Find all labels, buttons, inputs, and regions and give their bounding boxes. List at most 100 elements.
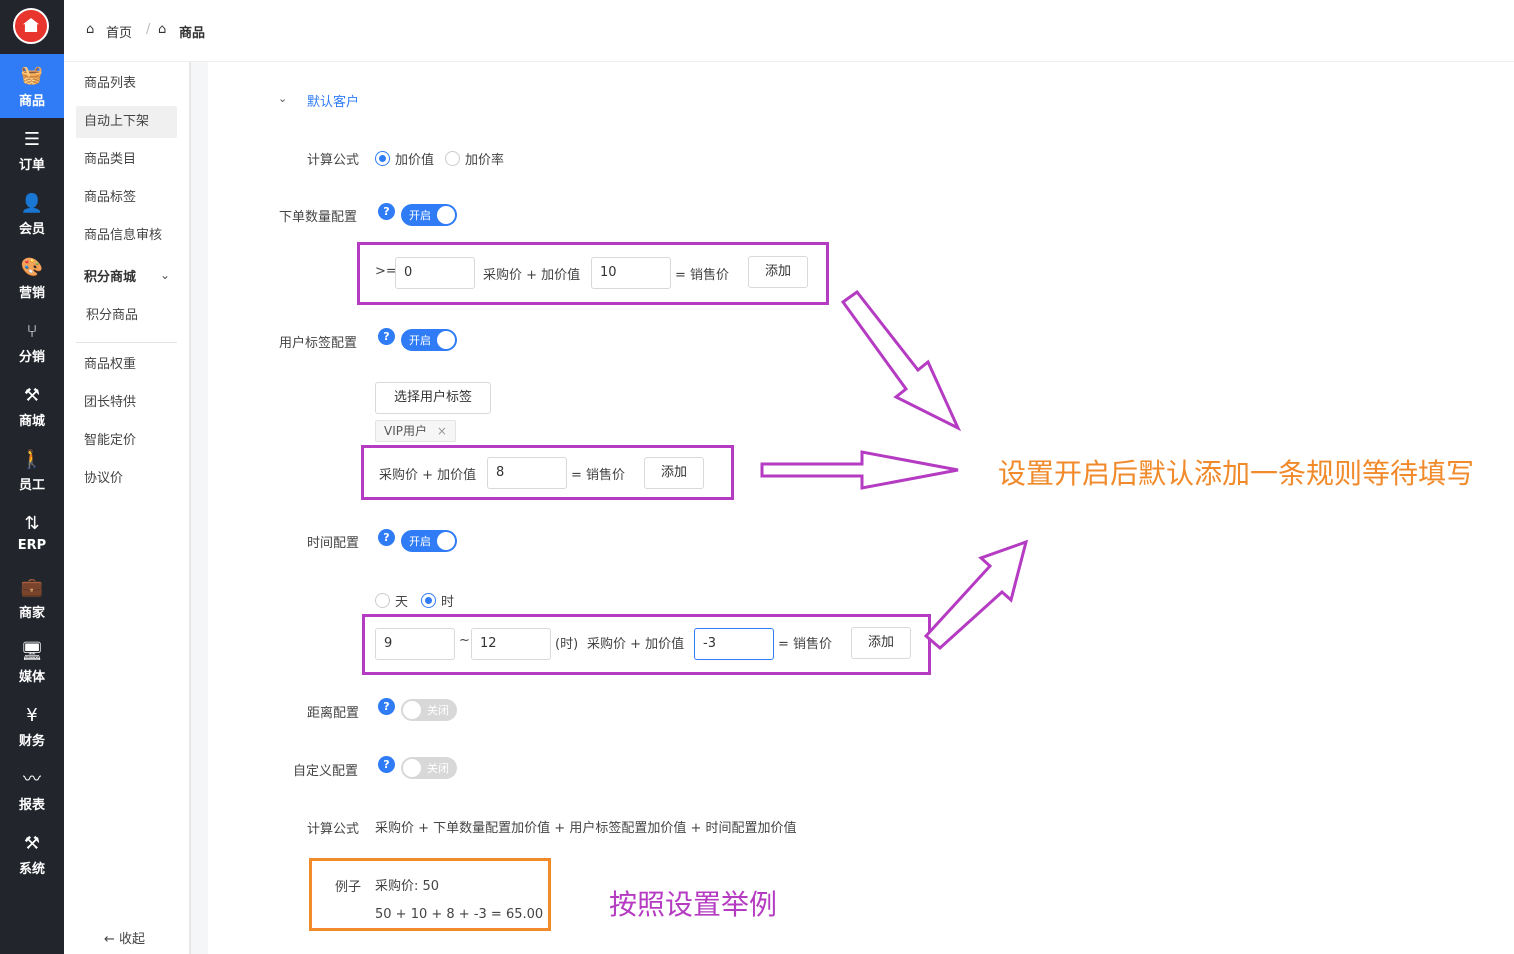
submenu-item-weight[interactable]: 商品权重 <box>76 349 177 381</box>
radio-add-rate[interactable] <box>445 151 460 166</box>
collapse-label: 收起 <box>119 932 146 947</box>
time-unit-text: (时) <box>555 637 579 652</box>
annotation-arrows <box>760 290 1029 650</box>
rail-item-2[interactable]: 👤 会员 <box>0 182 64 246</box>
collapse-button[interactable]: ← 收起 <box>104 928 145 947</box>
rail-item-label: 报表 <box>18 798 45 813</box>
tools-icon: ⚒ <box>23 385 41 406</box>
breadcrumb-current: 商品 <box>179 26 206 41</box>
arrow-down-right-icon <box>840 290 962 432</box>
rail-item-11[interactable]: 〰报表 <box>0 758 64 822</box>
qty-add-button[interactable]: 添加 <box>748 256 808 288</box>
rail-item-1[interactable]: ☰ 订单 <box>0 118 64 182</box>
qty-config-switch[interactable]: 开启 <box>401 204 457 226</box>
radio-day-label[interactable]: 天 <box>395 591 408 610</box>
help-icon[interactable]: ? <box>378 756 395 773</box>
chevron-down-icon[interactable]: ⌄ <box>160 268 170 282</box>
radio-add-value-label[interactable]: 加价值 <box>395 149 434 168</box>
time-config-switch[interactable]: 开启 <box>401 530 457 552</box>
sync-icon: ⇅ <box>24 513 40 534</box>
submenu-item-agreement-price[interactable]: 协议价 <box>76 463 177 495</box>
rail-item-12[interactable]: ⚒ 系统 <box>0 822 64 886</box>
custom-config-switch[interactable]: 关闭 <box>401 757 457 779</box>
help-icon[interactable]: ? <box>378 698 395 715</box>
submenu-divider <box>76 342 177 343</box>
briefcase-icon: 💼 <box>20 577 44 598</box>
radio-add-value[interactable] <box>375 151 390 166</box>
switch-label: 开启 <box>409 209 431 222</box>
formula-label: 计算公式 <box>307 153 360 168</box>
submenu-item-category[interactable]: 商品类目 <box>76 144 177 176</box>
switch-label: 关闭 <box>427 704 449 717</box>
monitor-icon: 🖥 <box>20 641 44 662</box>
breadcrumb-home[interactable]: 首页 <box>106 22 132 41</box>
list-icon: ☰ <box>23 129 41 150</box>
close-icon[interactable]: × <box>437 424 447 438</box>
rail-item-label: 商城 <box>18 414 45 429</box>
home-icon: ⌂ <box>86 22 95 37</box>
submenu-item-points-product[interactable]: 积分商品 <box>78 300 179 332</box>
arrow-left-icon: ← <box>104 932 115 947</box>
rail-item-4[interactable]: ⑂ 分销 <box>0 310 64 374</box>
section-title[interactable]: 默认客户 <box>307 91 359 110</box>
submenu-item-leader-special[interactable]: 团长特供 <box>76 387 177 419</box>
rail-item-10[interactable]: ¥ 财务 <box>0 694 64 758</box>
annotation-default-rule: 设置开启后默认添加一条规则等待填写 <box>998 457 1475 490</box>
example-line-1: 采购价: 50 <box>375 879 440 894</box>
qty-config-label: 下单数量配置 <box>279 210 358 225</box>
time-from-input[interactable]: 9 <box>375 628 455 660</box>
arrow-up-right-icon <box>923 539 1029 650</box>
radio-add-rate-label[interactable]: 加价率 <box>465 149 504 168</box>
distance-config-label: 距离配置 <box>307 706 360 721</box>
top-bar: ⌂ 首页 / ⌂ 商品 <box>64 0 1514 62</box>
submenu-item-smart-pricing[interactable]: 智能定价 <box>76 425 177 457</box>
rail-item-5[interactable]: ⚒ 商城 <box>0 374 64 438</box>
rail-item-0[interactable]: 🧺 商品 <box>0 54 64 118</box>
help-icon[interactable]: ? <box>378 328 395 345</box>
switch-label: 关闭 <box>427 762 449 775</box>
tag-add-value-input[interactable]: 8 <box>487 457 567 489</box>
help-icon[interactable]: ? <box>378 529 395 546</box>
rail-item-label: 分销 <box>18 350 45 365</box>
switch-label: 开启 <box>409 535 431 548</box>
tag-config-label: 用户标签配置 <box>279 336 358 351</box>
submenu-item-auto-shelf[interactable]: 自动上下架 <box>76 106 177 138</box>
secondary-menu: 商品列表 自动上下架 商品类目 商品标签 商品信息审核 积分商城 ⌄ 积分商品 … <box>64 62 190 954</box>
tag-add-button[interactable]: 添加 <box>644 457 704 489</box>
chevron-down-icon[interactable]: ⌄ <box>278 92 287 105</box>
rail-item-6[interactable]: 🚶 员工 <box>0 438 64 502</box>
rail-item-3[interactable]: 🎨 营销 <box>0 246 64 310</box>
select-user-tag-button[interactable]: 选择用户标签 <box>375 382 491 414</box>
time-mid-text: 采购价 + 加价值 <box>587 637 685 652</box>
rail-item-label: ERP <box>17 538 47 553</box>
example-label: 例子 <box>335 880 362 895</box>
person-icon: 🚶 <box>20 449 44 470</box>
palette-icon: 🎨 <box>20 257 44 278</box>
distance-config-switch[interactable]: 关闭 <box>401 699 457 721</box>
rail-item-8[interactable]: 💼 商家 <box>0 566 64 630</box>
submenu-item-review[interactable]: 商品信息审核 <box>76 220 177 252</box>
submenu-item-product-list[interactable]: 商品列表 <box>76 68 177 100</box>
radio-day[interactable] <box>375 593 390 608</box>
formula-text: 采购价 + 下单数量配置加价值 + 用户标签配置加价值 + 时间配置加价值 <box>375 821 797 836</box>
formula-text-label: 计算公式 <box>307 822 360 837</box>
help-icon[interactable]: ? <box>378 203 395 220</box>
panel-gutter <box>190 62 208 954</box>
tag-config-switch[interactable]: 开启 <box>401 329 457 351</box>
rail-item-9[interactable]: 🖥 媒体 <box>0 630 64 694</box>
rail-item-label: 商家 <box>18 606 45 621</box>
tag-label: VIP用户 <box>384 424 427 438</box>
radio-hour-label[interactable]: 时 <box>441 591 454 610</box>
rail-item-label: 员工 <box>18 478 45 493</box>
rail-item-label: 商品 <box>18 94 45 109</box>
qty-min-input[interactable]: 0 <box>395 257 475 289</box>
qty-add-value-input[interactable]: 10 <box>591 257 671 289</box>
rail-item-label: 系统 <box>18 862 45 877</box>
brand-logo[interactable] <box>13 8 49 44</box>
time-to-input[interactable]: 12 <box>471 628 551 660</box>
wrench-icon: ⚒ <box>23 833 41 854</box>
rail-item-7[interactable]: ⇅ ERP <box>0 502 64 566</box>
radio-hour[interactable] <box>421 593 436 608</box>
submenu-item-tags[interactable]: 商品标签 <box>76 182 177 214</box>
branch-icon: ⑂ <box>26 321 38 342</box>
